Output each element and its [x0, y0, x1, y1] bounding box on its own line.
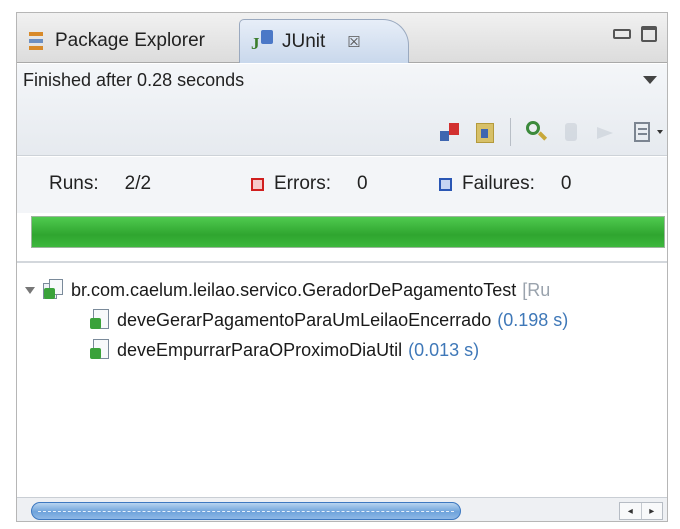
test-history-icon[interactable]	[523, 119, 548, 145]
test-tree: br.com.caelum.leilao.servico.GeradorDePa…	[17, 267, 667, 481]
errors-label: Errors:	[274, 173, 331, 194]
tree-item-test[interactable]: deveGerarPagamentoParaUmLeilaoEncerrado …	[89, 309, 568, 331]
test-time: (0.013 s)	[408, 339, 480, 360]
failures-label: Failures:	[462, 173, 535, 194]
junit-icon: J	[250, 29, 276, 54]
suite-label: br.com.caelum.leilao.servico.GeradorDePa…	[71, 279, 517, 300]
scrollbar-thumb[interactable]	[31, 502, 461, 520]
errors-counter: Errors: 0	[251, 173, 368, 195]
tab-junit[interactable]: J JUnit ☒	[239, 19, 409, 63]
error-icon	[251, 177, 264, 191]
close-icon[interactable]: ☒	[347, 33, 360, 51]
runs-counter: Runs: 2/2	[49, 173, 151, 195]
toolbar-separator	[510, 118, 511, 146]
test-label: deveGerarPagamentoParaUmLeilaoEncerrado	[117, 309, 492, 330]
failures-value: 0	[560, 173, 572, 194]
failure-icon	[439, 177, 452, 191]
junit-toolbar	[438, 118, 663, 146]
failures-counter: Failures: 0	[439, 173, 571, 195]
progress-bar	[31, 216, 665, 248]
test-time: (0.198 s)	[497, 309, 569, 330]
expand-triangle-icon[interactable]	[25, 286, 35, 294]
scroll-right-icon[interactable]: ▸	[640, 503, 663, 519]
runs-label: Runs:	[49, 173, 99, 194]
view-window-controls	[613, 26, 657, 42]
test-counters: Runs: 2/2 Errors: 0 Failures: 0	[17, 157, 667, 213]
view-menu-icon[interactable]	[643, 76, 657, 84]
test-suite-ok-icon	[43, 279, 65, 301]
tab-junit-label: JUnit	[282, 30, 326, 52]
tree-item-suite[interactable]: br.com.caelum.leilao.servico.GeradorDePa…	[25, 279, 550, 301]
layout-icon[interactable]	[631, 119, 655, 145]
status-toolbar: Finished after 0.28 seconds	[17, 64, 667, 156]
view-tab-bar: Package Explorer J JUnit ☒	[17, 13, 667, 63]
sash-divider[interactable]	[17, 261, 667, 263]
test-label: deveEmpurrarParaOProximoDiaUtil	[117, 339, 403, 360]
next-failure-icon[interactable]	[438, 119, 462, 145]
minimize-icon[interactable]	[613, 29, 631, 39]
package-explorer-icon	[25, 30, 47, 52]
scroll-left-icon[interactable]: ◂	[620, 503, 641, 519]
rerun-icon[interactable]	[559, 119, 583, 145]
junit-view: Package Explorer J JUnit ☒ Finished afte…	[16, 12, 668, 522]
errors-value: 0	[357, 173, 368, 194]
tab-package-explorer-label: Package Explorer	[55, 30, 205, 51]
runs-value: 2/2	[124, 173, 152, 194]
suite-trailing-text: [Ru	[522, 279, 551, 300]
test-ok-icon	[89, 309, 111, 331]
chevron-down-icon[interactable]	[657, 130, 663, 134]
horizontal-scrollbar[interactable]: ◂ ▸	[17, 497, 667, 521]
scroll-arrows: ◂ ▸	[619, 502, 663, 520]
tab-package-explorer[interactable]: Package Explorer	[25, 19, 205, 63]
progress-bar-fill	[32, 217, 664, 247]
status-text: Finished after 0.28 seconds	[23, 70, 245, 90]
maximize-icon[interactable]	[641, 26, 657, 42]
show-failures-only-icon[interactable]	[474, 119, 498, 145]
test-ok-icon	[89, 339, 111, 361]
tree-item-test[interactable]: deveEmpurrarParaOProximoDiaUtil (0.013 s…	[89, 339, 479, 361]
stop-icon[interactable]	[595, 119, 619, 145]
